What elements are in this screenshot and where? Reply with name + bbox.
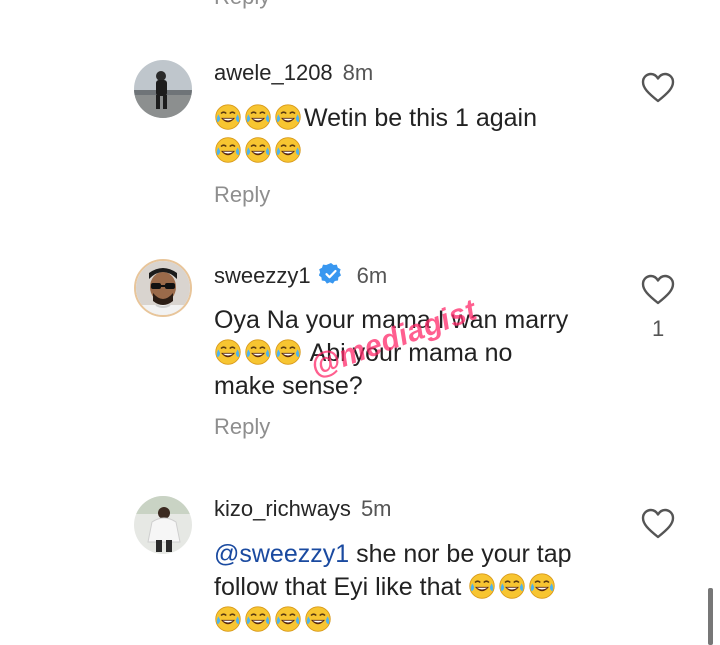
- like-count: 1: [652, 316, 665, 341]
- joy-emoji-icon: [244, 605, 272, 633]
- username[interactable]: kizo_richways: [214, 496, 351, 521]
- joy-emoji-icon: [214, 136, 242, 164]
- comment-text-line: Wetin be this 1 again: [304, 104, 538, 132]
- heart-icon[interactable]: [640, 274, 676, 306]
- verified-badge-icon: [318, 262, 343, 292]
- heart-icon[interactable]: [640, 508, 676, 540]
- joy-emoji-icon: [274, 605, 302, 633]
- username[interactable]: sweezzy1: [214, 263, 311, 288]
- joy-emoji-icon: [244, 136, 272, 164]
- joy-emoji-icon: [468, 572, 496, 600]
- joy-emoji-icon: [274, 338, 302, 366]
- comment-header: sweezzy1 6m: [214, 262, 387, 292]
- comment-text-line: she nor be your tap: [349, 540, 572, 568]
- username[interactable]: awele_1208: [214, 60, 333, 85]
- joy-emoji-icon: [528, 572, 556, 600]
- comment-header: awele_1208 8m: [214, 60, 373, 86]
- joy-emoji-icon: [274, 136, 302, 164]
- joy-emoji-icon: [214, 103, 242, 131]
- heart-icon[interactable]: [640, 72, 676, 104]
- timestamp: 5m: [360, 496, 392, 521]
- joy-emoji-icon: [244, 338, 272, 366]
- comment-text: @sweezzy1 she nor be your tap follow tha…: [214, 538, 654, 637]
- joy-emoji-icon: [274, 103, 302, 131]
- reply-button[interactable]: Reply: [214, 182, 270, 208]
- comment-text: Wetin be this 1 again: [214, 102, 654, 168]
- avatar[interactable]: [134, 60, 192, 118]
- joy-emoji-icon: [244, 103, 272, 131]
- timestamp: 6m: [356, 263, 388, 288]
- scrollbar[interactable]: [708, 588, 713, 645]
- avatar[interactable]: [134, 259, 192, 317]
- mention-link[interactable]: @sweezzy1: [214, 540, 349, 568]
- joy-emoji-icon: [498, 572, 526, 600]
- reply-link[interactable]: Reply: [214, 0, 270, 10]
- comment-text-line: follow that Eyi like that: [214, 573, 462, 601]
- joy-emoji-icon: [304, 605, 332, 633]
- avatar[interactable]: [134, 496, 192, 554]
- joy-emoji-icon: [214, 338, 242, 366]
- timestamp: 8m: [342, 60, 374, 85]
- comment-header: kizo_richways 5m: [214, 496, 392, 522]
- joy-emoji-icon: [214, 605, 242, 633]
- reply-button[interactable]: Reply: [214, 414, 270, 440]
